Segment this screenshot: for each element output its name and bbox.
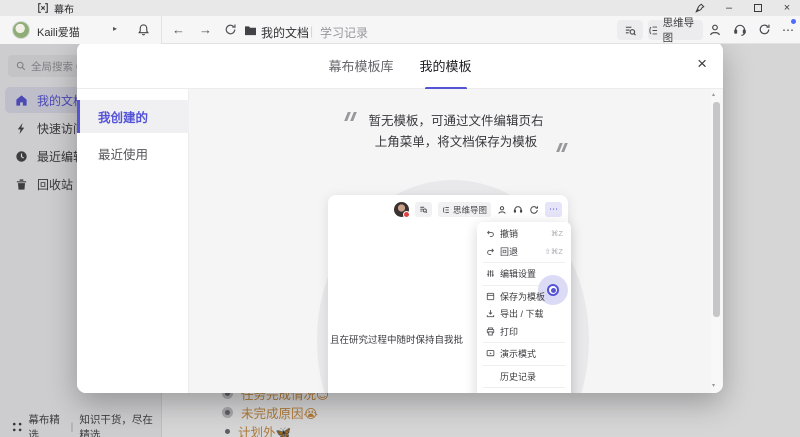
modal-content: 暂无模板，可通过文件编辑页右 上角菜单，将文档保存为模板 <box>189 89 723 393</box>
no-icon <box>485 371 495 381</box>
sync-icon[interactable] <box>758 23 771 36</box>
menu-label: 编辑设置 <box>500 267 536 280</box>
close-window-button[interactable]: × <box>776 0 798 16</box>
menu-item-undo: 撤销 ⌘Z <box>477 225 571 243</box>
highlight-radio-dot <box>547 284 559 296</box>
quote-open-icon <box>346 112 354 121</box>
menu-label: 使用教程 <box>500 392 536 393</box>
share-collaborate-icon[interactable] <box>708 23 722 37</box>
undo-icon <box>485 229 495 239</box>
panel-item-created-by-me[interactable]: 我创建的 <box>77 100 189 133</box>
menu-item-history: 历史记录 <box>477 368 571 386</box>
support-headset-icon[interactable] <box>733 23 747 37</box>
menu-label: 导出 / 下载 <box>500 307 544 320</box>
menu-divider <box>483 387 565 388</box>
menu-divider <box>483 365 565 366</box>
menu-label: 回退 <box>500 245 518 258</box>
presentation-icon <box>485 349 495 359</box>
illustration-dropdown-menu: 撤销 ⌘Z 回退 ⇧⌘Z 编辑 <box>477 222 571 393</box>
refresh-icon[interactable] <box>224 23 237 36</box>
app-logo-icon <box>37 2 49 14</box>
app-header-bar: Kaili爱猫 ▸ ← → 我的文档 | 学习记录 <box>0 16 800 44</box>
breadcrumb-current[interactable]: 学习记录 <box>320 24 368 41</box>
breadcrumb-folder[interactable]: 我的文档 <box>261 24 309 41</box>
sync-icon <box>529 205 539 215</box>
menu-item-print: 打印 <box>477 323 571 341</box>
list-search-icon <box>624 24 637 37</box>
tab-template-library[interactable]: 幕布模板库 <box>328 42 393 89</box>
minimize-button[interactable]: – <box>718 0 740 16</box>
printer-icon <box>485 326 495 336</box>
mindmap-label: 思维导图 <box>663 15 703 45</box>
modal-scrollbar[interactable]: ▴ ▾ <box>711 89 722 393</box>
mindmap-icon <box>648 25 659 36</box>
user-avatar[interactable] <box>12 21 30 39</box>
sliders-icon <box>485 269 495 279</box>
pin-icon[interactable] <box>689 0 711 16</box>
modal-side-panel: 我创建的 最近使用 <box>77 89 189 393</box>
folder-icon <box>244 25 257 36</box>
mindmap-toggle-button[interactable]: 思维导图 <box>648 20 703 40</box>
menu-label: 演示模式 <box>500 347 536 360</box>
menu-label: 历史记录 <box>500 370 536 383</box>
bell-icon[interactable] <box>137 23 150 37</box>
empty-state-line1: 暂无模板，可通过文件编辑页右 <box>368 111 543 132</box>
redo-icon <box>485 246 495 256</box>
templates-modal: 幕布模板库 我的模板 × 我创建的 最近使用 暂无模板，可通过文件编辑页右 上角… <box>77 42 723 393</box>
illustration-doc-text: 且在研究过程中随时保持自我批 <box>330 332 463 346</box>
scroll-down-arrow[interactable]: ▾ <box>712 382 715 389</box>
app-window: 幕布 – × Kaili爱猫 ▸ ← → <box>0 0 800 437</box>
illustration-toolbar: 思维导图 ⋯ <box>328 201 562 218</box>
maximize-button[interactable] <box>747 0 769 16</box>
menu-item-presentation-mode: 演示模式 <box>477 345 571 363</box>
notification-dot <box>791 19 796 24</box>
illustration-avatar <box>394 202 409 217</box>
scrollbar-thumb[interactable] <box>713 102 720 317</box>
tab-my-templates[interactable]: 我的模板 <box>420 42 472 89</box>
mindmap-label: 思维导图 <box>453 204 487 216</box>
menu-item-tutorial: 使用教程 <box>477 390 571 393</box>
menu-shortcut: ⌘Z <box>551 229 563 238</box>
mindmap-icon <box>442 206 450 214</box>
tab-label: 我的模板 <box>420 56 472 75</box>
breadcrumb-separator: | <box>310 24 313 38</box>
modal-header: 幕布模板库 我的模板 × <box>77 42 723 89</box>
menu-item-redo: 回退 ⇧⌘Z <box>477 243 571 261</box>
nav-forward-button[interactable]: → <box>199 22 212 38</box>
maximize-icon <box>754 4 762 12</box>
menu-divider <box>483 262 565 263</box>
menu-label: 保存为模板 <box>500 290 545 303</box>
illustration-more-button: ⋯ <box>545 202 562 217</box>
illustration-card: 思维导图 ⋯ 且在研究过程中随时保持自我批 <box>328 195 568 393</box>
illustration-mindmap-button: 思维导图 <box>438 202 491 217</box>
menu-label: 撤销 <box>500 227 518 240</box>
nav-back-button[interactable]: ← <box>172 22 185 38</box>
menu-item-export-download: 导出 / 下载 <box>477 305 571 323</box>
list-search-icon <box>419 205 428 214</box>
support-headset-icon <box>513 205 523 215</box>
title-bar: 幕布 – × <box>0 0 800 16</box>
template-icon <box>485 291 495 301</box>
panel-item-recently-used[interactable]: 最近使用 <box>77 137 189 170</box>
empty-state: 暂无模板，可通过文件编辑页右 上角菜单，将文档保存为模板 <box>189 111 723 153</box>
scroll-up-arrow[interactable]: ▴ <box>712 91 715 98</box>
search-docs-button[interactable] <box>617 20 643 40</box>
profile-area: Kaili爱猫 ▸ <box>0 16 162 44</box>
menu-label: 打印 <box>500 325 518 338</box>
window-title: 幕布 <box>54 1 74 16</box>
share-collaborate-icon <box>497 205 507 215</box>
modal-close-button[interactable]: × <box>697 54 707 74</box>
illustration-search-button <box>415 202 432 217</box>
menu-divider <box>483 342 565 343</box>
empty-state-line2: 上角菜单，将文档保存为模板 <box>368 132 543 153</box>
download-icon <box>485 309 495 319</box>
profile-caret-icon[interactable]: ▸ <box>113 24 117 33</box>
menu-shortcut: ⇧⌘Z <box>545 247 563 256</box>
quote-close-icon <box>558 143 566 152</box>
profile-name[interactable]: Kaili爱猫 <box>37 24 80 40</box>
menu-item-edit-settings: 编辑设置 <box>477 265 571 283</box>
